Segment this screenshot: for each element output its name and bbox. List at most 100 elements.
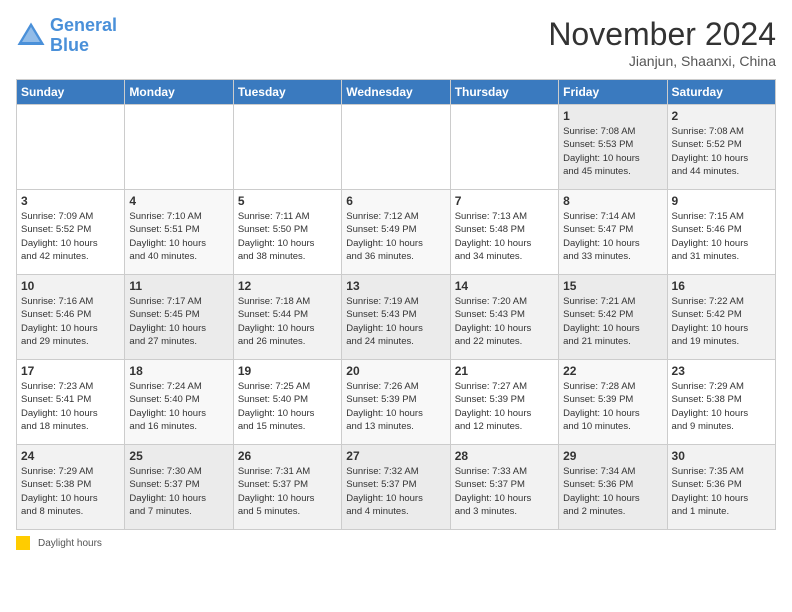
day-info: Sunrise: 7:29 AM Sunset: 5:38 PM Dayligh… bbox=[21, 465, 120, 518]
calendar-day-cell: 4Sunrise: 7:10 AM Sunset: 5:51 PM Daylig… bbox=[125, 190, 233, 275]
logo: General Blue bbox=[16, 16, 117, 56]
calendar-day-cell bbox=[17, 105, 125, 190]
calendar-week-row: 24 Sunrise: 7:29 AM Sunset: 5:38 PM Dayli… bbox=[17, 445, 776, 530]
calendar-day-cell: 2 Sunrise: 7:08 AM Sunset: 5:52 PM Daylig… bbox=[667, 105, 775, 190]
day-number: 21 bbox=[455, 364, 554, 378]
day-info: Sunrise: 7:08 AM Sunset: 5:53 PM Dayligh… bbox=[563, 125, 662, 178]
calendar-week-row: 10 Sunrise: 7:16 AM Sunset: 5:46 PM Dayli… bbox=[17, 275, 776, 360]
day-number: 8 bbox=[563, 194, 662, 208]
day-number: 28 bbox=[455, 449, 554, 463]
calendar-day-cell: 18 Sunrise: 7:24 AM Sunset: 5:40 PM Dayli… bbox=[125, 360, 233, 445]
calendar-day-cell: 1 Sunrise: 7:08 AM Sunset: 5:53 PM Daylig… bbox=[559, 105, 667, 190]
daylight-label: Daylight hours bbox=[38, 538, 102, 549]
calendar-day-cell: 28 Sunrise: 7:33 AM Sunset: 5:37 PM Dayli… bbox=[450, 445, 558, 530]
calendar-day-cell: 15 Sunrise: 7:21 AM Sunset: 5:42 PM Dayli… bbox=[559, 275, 667, 360]
day-info: Sunrise: 7:28 AM Sunset: 5:39 PM Dayligh… bbox=[563, 380, 662, 433]
calendar-day-cell: 7 Sunrise: 7:13 AM Sunset: 5:48 PM Daylig… bbox=[450, 190, 558, 275]
calendar-day-cell bbox=[125, 105, 233, 190]
day-number: 17 bbox=[21, 364, 120, 378]
day-number: 26 bbox=[238, 449, 337, 463]
calendar-day-cell: 25Sunrise: 7:30 AM Sunset: 5:37 PM Dayli… bbox=[125, 445, 233, 530]
footer-note: Daylight hours bbox=[16, 536, 776, 550]
day-info: Sunrise: 7:22 AM Sunset: 5:42 PM Dayligh… bbox=[672, 295, 771, 348]
calendar-day-cell: 9 Sunrise: 7:15 AM Sunset: 5:46 PM Daylig… bbox=[667, 190, 775, 275]
day-info: Sunrise: 7:32 AM Sunset: 5:37 PM Dayligh… bbox=[346, 465, 445, 518]
day-info: Sunrise: 7:16 AM Sunset: 5:46 PM Dayligh… bbox=[21, 295, 120, 348]
calendar-day-cell: 29 Sunrise: 7:34 AM Sunset: 5:36 PM Dayli… bbox=[559, 445, 667, 530]
day-number: 12 bbox=[238, 279, 337, 293]
calendar-table: SundayMondayTuesdayWednesdayThursdayFrid… bbox=[16, 79, 776, 530]
day-number: 29 bbox=[563, 449, 662, 463]
calendar-day-header: Saturday bbox=[667, 80, 775, 105]
calendar-day-cell: 19Sunrise: 7:25 AM Sunset: 5:40 PM Dayli… bbox=[233, 360, 341, 445]
calendar-day-cell: 20 Sunrise: 7:26 AM Sunset: 5:39 PM Dayli… bbox=[342, 360, 450, 445]
day-info: Sunrise: 7:33 AM Sunset: 5:37 PM Dayligh… bbox=[455, 465, 554, 518]
title-area: November 2024 Jianjun, Shaanxi, China bbox=[548, 16, 776, 69]
day-number: 9 bbox=[672, 194, 771, 208]
day-number: 10 bbox=[21, 279, 120, 293]
day-info: Sunrise: 7:29 AM Sunset: 5:38 PM Dayligh… bbox=[672, 380, 771, 433]
day-number: 25 bbox=[129, 449, 228, 463]
day-info: Sunrise: 7:17 AM Sunset: 5:45 PM Dayligh… bbox=[129, 295, 228, 348]
month-title: November 2024 bbox=[548, 16, 776, 53]
calendar-day-cell: 13Sunrise: 7:19 AM Sunset: 5:43 PM Dayli… bbox=[342, 275, 450, 360]
calendar-day-cell: 17Sunrise: 7:23 AM Sunset: 5:41 PM Dayli… bbox=[17, 360, 125, 445]
day-info: Sunrise: 7:18 AM Sunset: 5:44 PM Dayligh… bbox=[238, 295, 337, 348]
day-number: 14 bbox=[455, 279, 554, 293]
day-number: 15 bbox=[563, 279, 662, 293]
day-info: Sunrise: 7:08 AM Sunset: 5:52 PM Dayligh… bbox=[672, 125, 771, 178]
calendar-day-cell: 12 Sunrise: 7:18 AM Sunset: 5:44 PM Dayli… bbox=[233, 275, 341, 360]
day-info: Sunrise: 7:13 AM Sunset: 5:48 PM Dayligh… bbox=[455, 210, 554, 263]
day-number: 7 bbox=[455, 194, 554, 208]
calendar-day-cell: 22 Sunrise: 7:28 AM Sunset: 5:39 PM Dayli… bbox=[559, 360, 667, 445]
day-number: 23 bbox=[672, 364, 771, 378]
day-info: Sunrise: 7:21 AM Sunset: 5:42 PM Dayligh… bbox=[563, 295, 662, 348]
day-info: Sunrise: 7:27 AM Sunset: 5:39 PM Dayligh… bbox=[455, 380, 554, 433]
logo-line2: Blue bbox=[50, 35, 89, 55]
calendar-day-cell: 14 Sunrise: 7:20 AM Sunset: 5:43 PM Dayli… bbox=[450, 275, 558, 360]
day-number: 19 bbox=[238, 364, 337, 378]
day-number: 24 bbox=[21, 449, 120, 463]
day-number: 18 bbox=[129, 364, 228, 378]
location: Jianjun, Shaanxi, China bbox=[548, 53, 776, 69]
day-number: 16 bbox=[672, 279, 771, 293]
day-info: Sunrise: 7:12 AM Sunset: 5:49 PM Dayligh… bbox=[346, 210, 445, 263]
day-number: 3 bbox=[21, 194, 120, 208]
logo-icon bbox=[16, 21, 46, 51]
day-number: 22 bbox=[563, 364, 662, 378]
page-header: General Blue November 2024 Jianjun, Shaa… bbox=[16, 16, 776, 69]
day-number: 2 bbox=[672, 109, 771, 123]
day-info: Sunrise: 7:15 AM Sunset: 5:46 PM Dayligh… bbox=[672, 210, 771, 263]
calendar-day-cell bbox=[450, 105, 558, 190]
calendar-week-row: 17Sunrise: 7:23 AM Sunset: 5:41 PM Dayli… bbox=[17, 360, 776, 445]
calendar-day-cell: 16 Sunrise: 7:22 AM Sunset: 5:42 PM Dayli… bbox=[667, 275, 775, 360]
day-info: Sunrise: 7:10 AM Sunset: 5:51 PM Dayligh… bbox=[129, 210, 228, 263]
calendar-day-cell: 24 Sunrise: 7:29 AM Sunset: 5:38 PM Dayli… bbox=[17, 445, 125, 530]
day-info: Sunrise: 7:20 AM Sunset: 5:43 PM Dayligh… bbox=[455, 295, 554, 348]
calendar-day-header: Monday bbox=[125, 80, 233, 105]
day-info: Sunrise: 7:11 AM Sunset: 5:50 PM Dayligh… bbox=[238, 210, 337, 263]
calendar-day-header: Tuesday bbox=[233, 80, 341, 105]
calendar-day-cell: 30Sunrise: 7:35 AM Sunset: 5:36 PM Dayli… bbox=[667, 445, 775, 530]
calendar-day-cell: 11 Sunrise: 7:17 AM Sunset: 5:45 PM Dayli… bbox=[125, 275, 233, 360]
calendar-day-cell: 23 Sunrise: 7:29 AM Sunset: 5:38 PM Dayli… bbox=[667, 360, 775, 445]
day-info: Sunrise: 7:34 AM Sunset: 5:36 PM Dayligh… bbox=[563, 465, 662, 518]
calendar-day-header: Wednesday bbox=[342, 80, 450, 105]
day-number: 27 bbox=[346, 449, 445, 463]
day-number: 1 bbox=[563, 109, 662, 123]
calendar-week-row: 3Sunrise: 7:09 AM Sunset: 5:52 PM Daylig… bbox=[17, 190, 776, 275]
calendar-day-cell: 8Sunrise: 7:14 AM Sunset: 5:47 PM Daylig… bbox=[559, 190, 667, 275]
calendar-day-cell bbox=[342, 105, 450, 190]
calendar-day-cell: 21 Sunrise: 7:27 AM Sunset: 5:39 PM Dayli… bbox=[450, 360, 558, 445]
day-number: 6 bbox=[346, 194, 445, 208]
day-number: 11 bbox=[129, 279, 228, 293]
day-number: 5 bbox=[238, 194, 337, 208]
calendar-day-cell: 6 Sunrise: 7:12 AM Sunset: 5:49 PM Daylig… bbox=[342, 190, 450, 275]
daylight-box-icon bbox=[16, 536, 30, 550]
day-info: Sunrise: 7:26 AM Sunset: 5:39 PM Dayligh… bbox=[346, 380, 445, 433]
day-number: 20 bbox=[346, 364, 445, 378]
day-info: Sunrise: 7:24 AM Sunset: 5:40 PM Dayligh… bbox=[129, 380, 228, 433]
calendar-day-cell: 26Sunrise: 7:31 AM Sunset: 5:37 PM Dayli… bbox=[233, 445, 341, 530]
calendar-day-header: Thursday bbox=[450, 80, 558, 105]
day-info: Sunrise: 7:19 AM Sunset: 5:43 PM Dayligh… bbox=[346, 295, 445, 348]
